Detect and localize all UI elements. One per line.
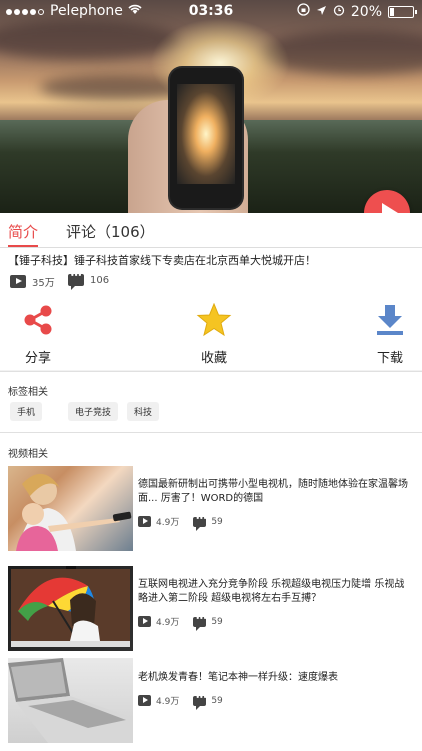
play-count-icon: [138, 516, 151, 527]
alarm-icon: [333, 4, 345, 20]
battery-percent: 20%: [350, 3, 382, 20]
status-bar: Pelephone 03:36 20%: [0, 0, 422, 22]
play-count: 35万: [10, 274, 55, 289]
tab-bar: 简介 评论（106）: [0, 213, 422, 248]
play-count-value: 4.9万: [156, 697, 180, 707]
rotation-lock-icon: [297, 3, 310, 20]
download-label: 下载: [376, 351, 403, 366]
comment-count-icon: [193, 514, 206, 531]
related-video-item[interactable]: 老机焕发青春！笔记本神一样升级：速度爆表 4.9万 59: [0, 658, 422, 748]
favorite-label: 收藏: [200, 351, 227, 366]
comment-count-value: 59: [211, 516, 223, 527]
battery-icon: [388, 5, 417, 18]
comment-count-value: 106: [90, 274, 110, 286]
star-icon: [196, 302, 232, 341]
phone-shape: [170, 68, 242, 208]
share-button[interactable]: 分享: [8, 303, 68, 366]
video-item-stats: 4.9万 59: [138, 693, 223, 710]
tag-chip[interactable]: 手机: [10, 402, 43, 421]
video-thumbnail[interactable]: [8, 466, 133, 551]
video-thumbnail[interactable]: [8, 658, 133, 743]
video-item-title[interactable]: 德国最新研制出可携带小型电视机，随时随地体验在家温馨场面... 厉害了！WORD…: [138, 478, 414, 506]
video-thumbnail[interactable]: [8, 566, 133, 651]
play-count-value: 4.9万: [156, 618, 180, 628]
video-item-stats: 4.9万 59: [138, 614, 223, 631]
video-item-title[interactable]: 互联网电视进入充分竞争阶段 乐视超级电视压力陡增 乐视战略进入第二阶段 超级电视…: [138, 578, 414, 606]
play-count-value: 4.9万: [156, 518, 180, 528]
related-section-title: 视频相关: [8, 449, 48, 460]
related-video-item[interactable]: 德国最新研制出可携带小型电视机，随时随地体验在家温馨场面... 厉害了！WORD…: [0, 466, 422, 556]
play-count-value: 35万: [32, 278, 55, 289]
tab-comments[interactable]: 评论（106）: [66, 221, 155, 242]
related-video-item[interactable]: 互联网电视进入充分竞争阶段 乐视超级电视压力陡增 乐视战略进入第二阶段 超级电视…: [0, 566, 422, 656]
location-icon: [316, 4, 327, 20]
tags-section: 标签相关 手机 电子竞技 科技: [0, 371, 422, 432]
comment-count-icon: [193, 614, 206, 631]
comment-count: 106: [68, 271, 110, 290]
video-hero-image[interactable]: [0, 0, 422, 213]
play-count-icon: [10, 275, 26, 288]
comment-count-value: 59: [211, 616, 223, 627]
favorite-button[interactable]: 收藏: [184, 302, 244, 366]
video-item-title[interactable]: 老机焕发青春！笔记本神一样升级：速度爆表: [138, 671, 414, 685]
video-info-panel: 【锤子科技】锤子科技首家线下专卖店在北京西单大悦城开店！ 35万 106 分享 …: [0, 248, 422, 370]
tags-section-title: 标签相关: [8, 387, 48, 398]
comment-count-value: 59: [211, 695, 223, 706]
tag-chip[interactable]: 科技: [127, 402, 160, 421]
play-count-icon: [138, 695, 151, 706]
share-icon: [21, 305, 55, 341]
video-title: 【锤子科技】锤子科技首家线下专卖店在北京西单大悦城开店！: [8, 254, 316, 267]
download-icon: [375, 305, 405, 341]
video-item-stats: 4.9万 59: [138, 514, 223, 531]
active-tab-indicator: [8, 245, 38, 247]
share-label: 分享: [24, 351, 51, 366]
tab-intro[interactable]: 简介: [8, 221, 38, 242]
tag-chip[interactable]: 电子竞技: [68, 402, 119, 421]
comment-count-icon: [193, 693, 206, 710]
related-videos-section: 视频相关 德国最新研制出可携带小型电视机，随时随地体验在家温馨场面... 厉害了…: [0, 432, 422, 751]
play-count-icon: [138, 616, 151, 627]
comment-count-icon: [68, 271, 84, 290]
download-button[interactable]: 下载: [360, 303, 420, 366]
